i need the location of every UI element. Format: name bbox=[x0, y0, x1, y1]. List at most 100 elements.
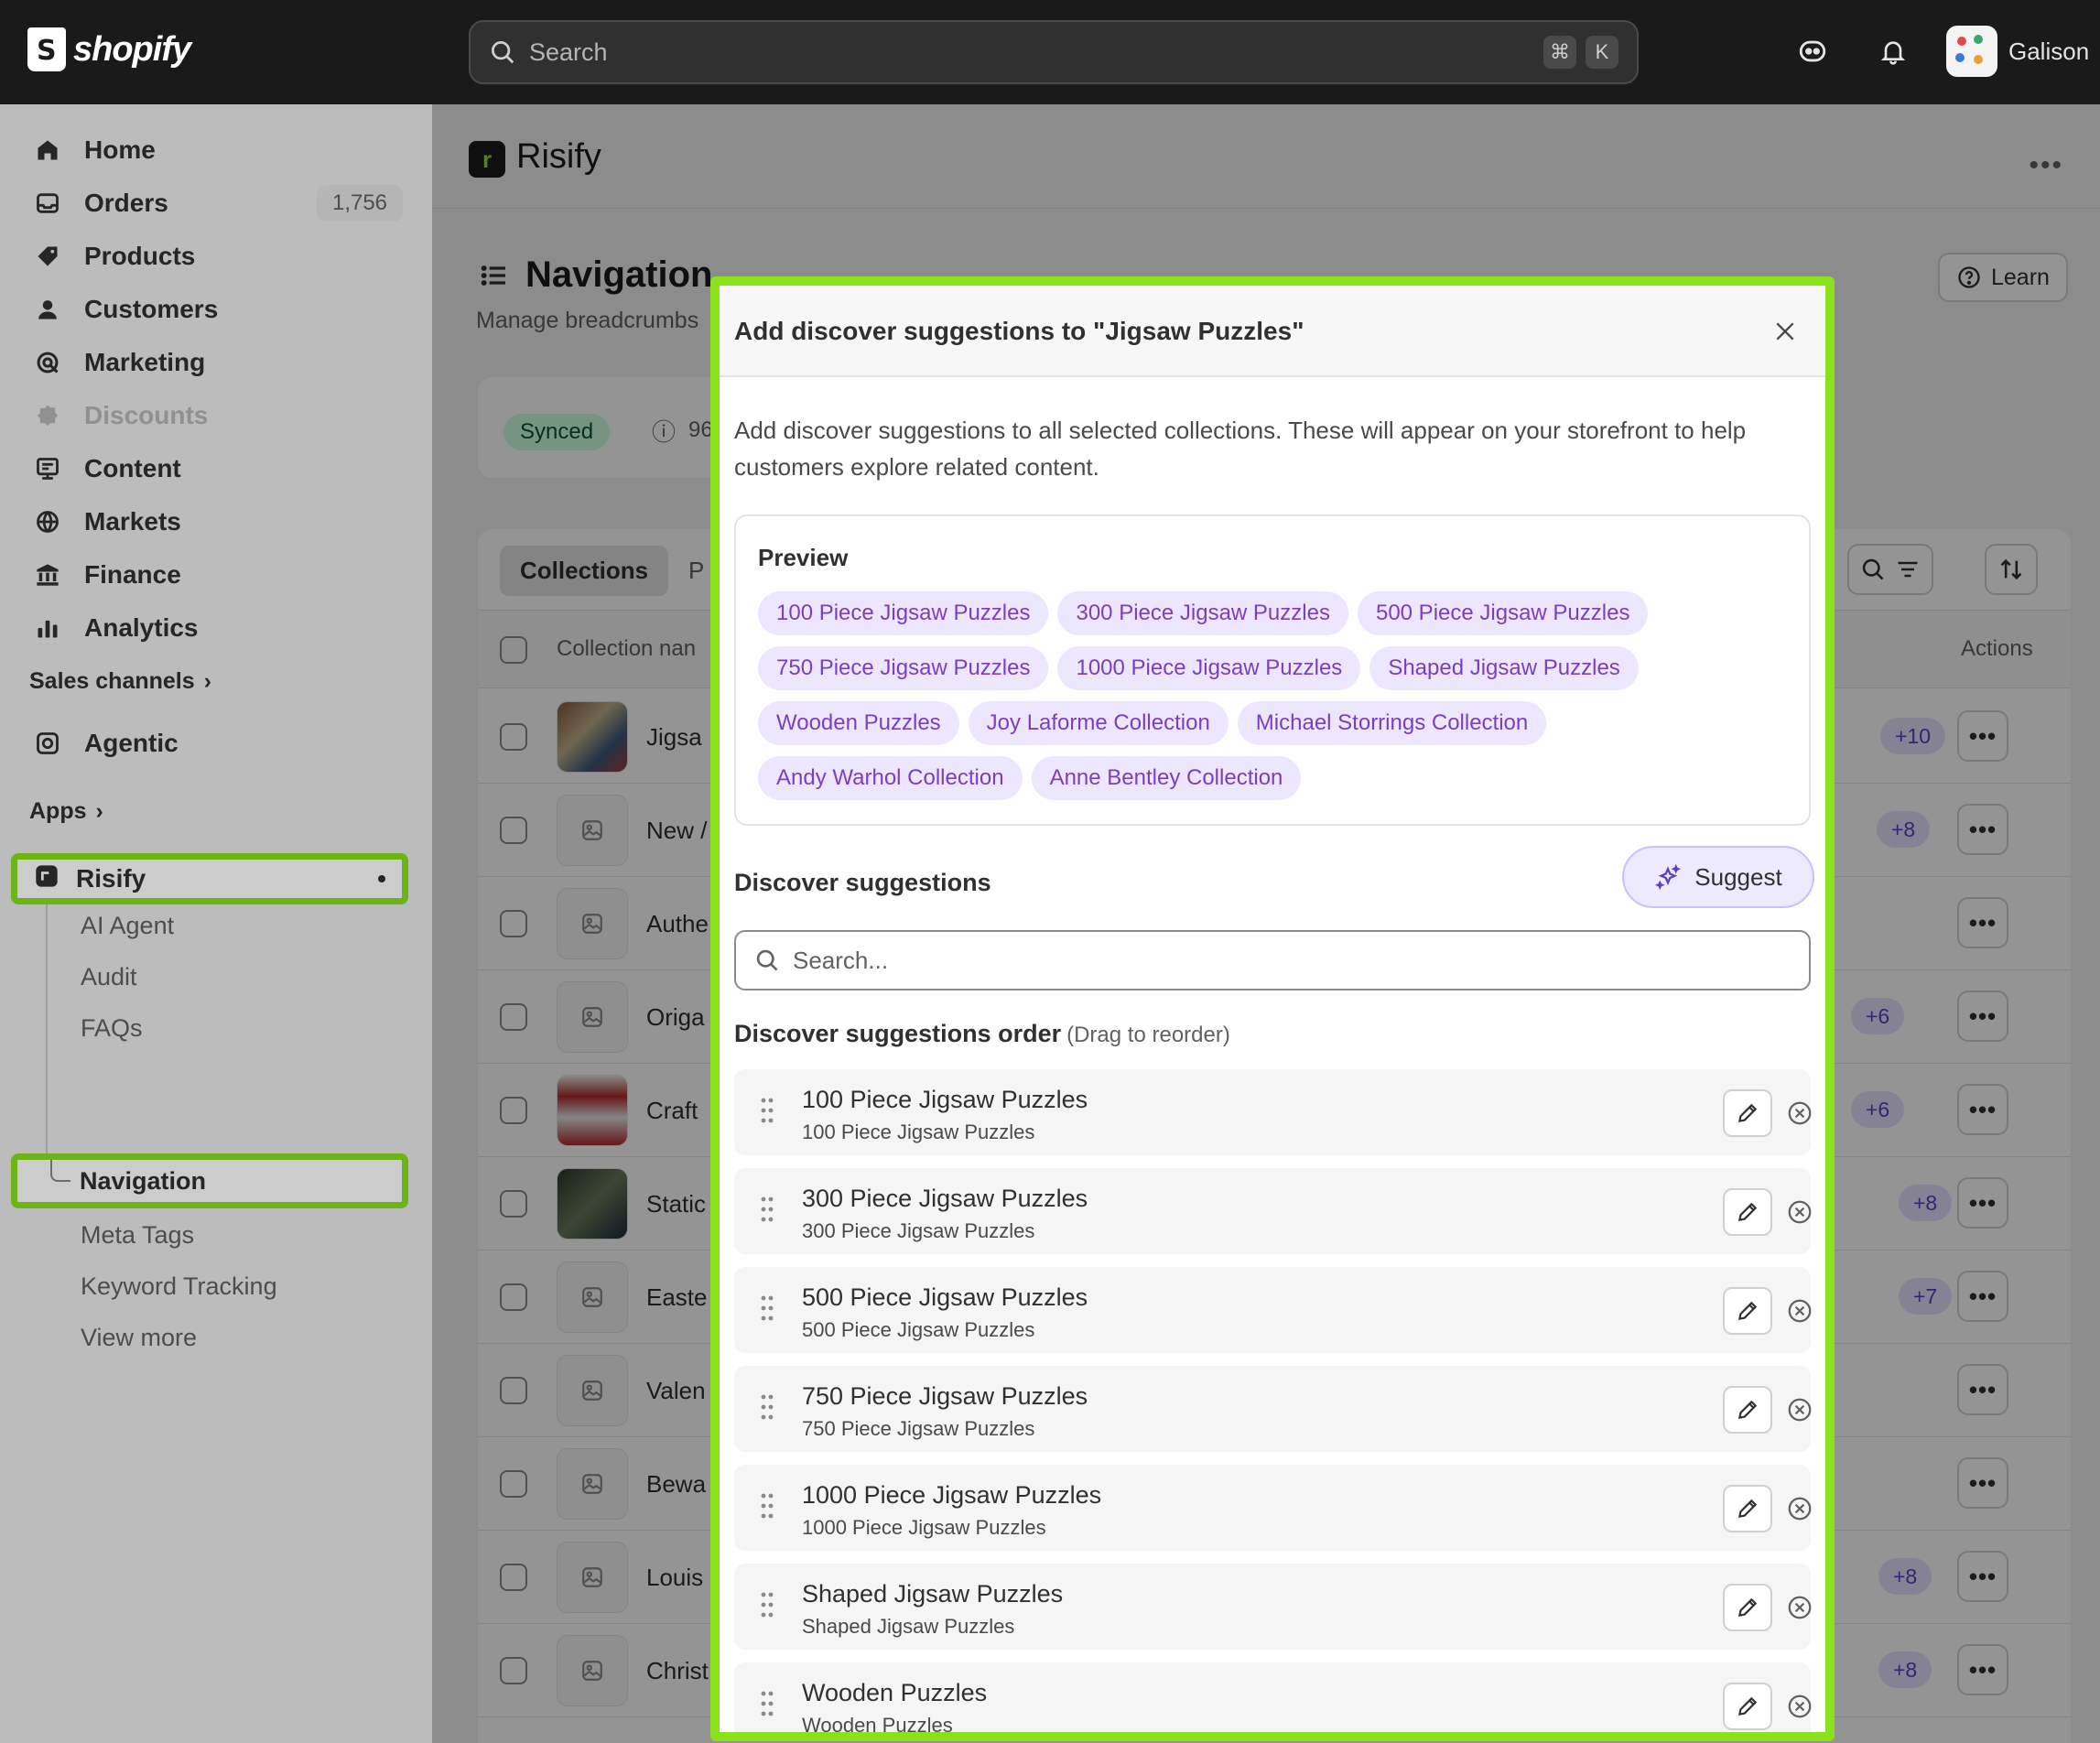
remove-button[interactable] bbox=[1785, 1197, 1814, 1227]
suggestion-subtitle: Shaped Jigsaw Puzzles bbox=[802, 1615, 1015, 1638]
pencil-icon bbox=[1737, 1597, 1758, 1618]
order-list-item[interactable]: Wooden Puzzles Wooden Puzzles bbox=[734, 1662, 1814, 1737]
remove-button[interactable] bbox=[1785, 1494, 1814, 1523]
drag-handle-icon[interactable] bbox=[760, 1393, 774, 1421]
preview-tag: Shaped Jigsaw Puzzles bbox=[1369, 646, 1639, 690]
order-list-item[interactable]: 1000 Piece Jigsaw Puzzles 1000 Piece Jigs… bbox=[734, 1465, 1814, 1551]
search-icon bbox=[492, 41, 514, 64]
modal-title: Add discover suggestions to "Jigsaw Puzz… bbox=[734, 317, 1304, 345]
preview-tag: 1000 Piece Jigsaw Puzzles bbox=[1057, 646, 1361, 690]
suggestion-search-field[interactable] bbox=[734, 930, 1811, 991]
remove-circle-icon bbox=[1788, 1299, 1812, 1323]
drag-handle-icon[interactable] bbox=[760, 1294, 774, 1322]
drag-handle-icon[interactable] bbox=[760, 1690, 774, 1717]
remove-button[interactable] bbox=[1785, 1099, 1814, 1128]
remove-circle-icon bbox=[1788, 1497, 1812, 1521]
pencil-icon bbox=[1737, 1499, 1758, 1519]
order-hint: (Drag to reorder) bbox=[1066, 1023, 1230, 1047]
edit-button[interactable] bbox=[1723, 1188, 1772, 1236]
drag-handle-icon[interactable] bbox=[760, 1097, 774, 1124]
modal-description: Add discover suggestions to all selected… bbox=[734, 417, 1747, 481]
suggestion-title: 750 Piece Jigsaw Puzzles bbox=[802, 1382, 1088, 1410]
edit-button[interactable] bbox=[1723, 1584, 1772, 1631]
account-menu[interactable]: Galison bbox=[1946, 26, 2089, 77]
pencil-icon bbox=[1737, 1301, 1758, 1321]
preview-label: Preview bbox=[758, 544, 849, 571]
suggestion-title: 500 Piece Jigsaw Puzzles bbox=[802, 1283, 1088, 1311]
edit-button[interactable] bbox=[1723, 1683, 1772, 1730]
bell-icon[interactable] bbox=[1875, 33, 1911, 70]
suggest-button[interactable]: Suggest bbox=[1622, 846, 1814, 908]
suggestion-subtitle: 500 Piece Jigsaw Puzzles bbox=[802, 1318, 1035, 1341]
preview-tag: Wooden Puzzles bbox=[758, 701, 959, 745]
shopify-logo[interactable]: shopify bbox=[27, 27, 191, 71]
modal-header: Add discover suggestions to "Jigsaw Puzz… bbox=[720, 286, 1825, 377]
avatar bbox=[1946, 26, 1997, 77]
search-placeholder: Search bbox=[529, 38, 608, 66]
edit-button[interactable] bbox=[1723, 1485, 1772, 1532]
suggestion-title: 100 Piece Jigsaw Puzzles bbox=[802, 1086, 1088, 1113]
suggestion-title: 1000 Piece Jigsaw Puzzles bbox=[802, 1481, 1102, 1509]
preview-tags: 100 Piece Jigsaw Puzzles 300 Piece Jigsaw… bbox=[758, 591, 1792, 800]
discover-suggestions-modal: Add discover suggestions to "Jigsaw Puzz… bbox=[710, 276, 1835, 1741]
remove-circle-icon bbox=[1788, 1596, 1812, 1619]
order-list-item[interactable]: 100 Piece Jigsaw Puzzles 100 Piece Jigsaw… bbox=[734, 1069, 1814, 1155]
shortcut-cmd-key: ⌘ bbox=[1543, 36, 1576, 69]
edit-button[interactable] bbox=[1723, 1287, 1772, 1335]
order-heading: Discover suggestions order (Drag to reord… bbox=[734, 1020, 1230, 1048]
shopify-bag-icon bbox=[27, 27, 66, 71]
drag-handle-icon[interactable] bbox=[760, 1196, 774, 1223]
preview-tag: Andy Warhol Collection bbox=[758, 756, 1023, 800]
close-button[interactable] bbox=[1767, 313, 1803, 350]
remove-button[interactable] bbox=[1785, 1593, 1814, 1622]
brand-name: shopify bbox=[73, 29, 191, 69]
preview-tag: Anne Bentley Collection bbox=[1031, 756, 1302, 800]
suggestion-subtitle: 100 Piece Jigsaw Puzzles bbox=[802, 1120, 1035, 1143]
remove-button[interactable] bbox=[1785, 1692, 1814, 1721]
preview-box: Preview 100 Piece Jigsaw Puzzles 300 Piec… bbox=[734, 514, 1811, 826]
drag-handle-icon[interactable] bbox=[760, 1591, 774, 1618]
drag-handle-icon[interactable] bbox=[760, 1492, 774, 1520]
sidekick-icon[interactable] bbox=[1794, 33, 1831, 70]
pencil-icon bbox=[1737, 1103, 1758, 1123]
preview-tag: Joy Laforme Collection bbox=[968, 701, 1229, 745]
shortcut-k-key: K bbox=[1586, 36, 1618, 69]
remove-circle-icon bbox=[1788, 1200, 1812, 1224]
account-name: Galison bbox=[2008, 37, 2090, 65]
suggestion-title: 300 Piece Jigsaw Puzzles bbox=[802, 1185, 1088, 1212]
suggestion-title: Shaped Jigsaw Puzzles bbox=[802, 1580, 1064, 1608]
preview-tag: 500 Piece Jigsaw Puzzles bbox=[1357, 591, 1649, 635]
remove-button[interactable] bbox=[1785, 1395, 1814, 1424]
remove-circle-icon bbox=[1788, 1694, 1812, 1718]
top-bar: shopify Search ⌘ K Galison bbox=[0, 0, 2100, 104]
preview-tag: 300 Piece Jigsaw Puzzles bbox=[1057, 591, 1348, 635]
preview-tag: 750 Piece Jigsaw Puzzles bbox=[758, 646, 1049, 690]
global-search[interactable]: Search ⌘ K bbox=[469, 20, 1639, 84]
order-list-item[interactable]: 500 Piece Jigsaw Puzzles 500 Piece Jigsaw… bbox=[734, 1267, 1814, 1353]
remove-button[interactable] bbox=[1785, 1296, 1814, 1326]
pencil-icon bbox=[1737, 1696, 1758, 1716]
sparkle-icon bbox=[1655, 863, 1682, 891]
search-icon bbox=[756, 949, 778, 971]
sidebar-dim-overlay bbox=[0, 104, 432, 1743]
remove-circle-icon bbox=[1788, 1101, 1812, 1125]
suggestion-subtitle: 750 Piece Jigsaw Puzzles bbox=[802, 1417, 1035, 1440]
edit-button[interactable] bbox=[1723, 1386, 1772, 1434]
preview-tag: Michael Storrings Collection bbox=[1237, 701, 1547, 745]
close-icon bbox=[1776, 322, 1794, 341]
remove-circle-icon bbox=[1788, 1398, 1812, 1422]
pencil-icon bbox=[1737, 1400, 1758, 1420]
discover-suggestions-label: Discover suggestions bbox=[734, 869, 991, 896]
edit-button[interactable] bbox=[1723, 1089, 1772, 1137]
suggest-label: Suggest bbox=[1694, 862, 1782, 891]
suggestion-subtitle: 300 Piece Jigsaw Puzzles bbox=[802, 1219, 1035, 1242]
suggestion-search-input[interactable] bbox=[793, 946, 1781, 975]
pencil-icon bbox=[1737, 1202, 1758, 1222]
preview-tag: 100 Piece Jigsaw Puzzles bbox=[758, 591, 1049, 635]
suggestion-subtitle: Wooden Puzzles bbox=[802, 1714, 953, 1737]
order-label: Discover suggestions order bbox=[734, 1020, 1062, 1047]
order-list-item[interactable]: 750 Piece Jigsaw Puzzles 750 Piece Jigsaw… bbox=[734, 1366, 1814, 1452]
order-list-item[interactable]: 300 Piece Jigsaw Puzzles 300 Piece Jigsaw… bbox=[734, 1168, 1814, 1254]
order-list-item[interactable]: Shaped Jigsaw Puzzles Shaped Jigsaw Puzzl… bbox=[734, 1564, 1814, 1650]
suggestion-title: Wooden Puzzles bbox=[802, 1679, 988, 1706]
